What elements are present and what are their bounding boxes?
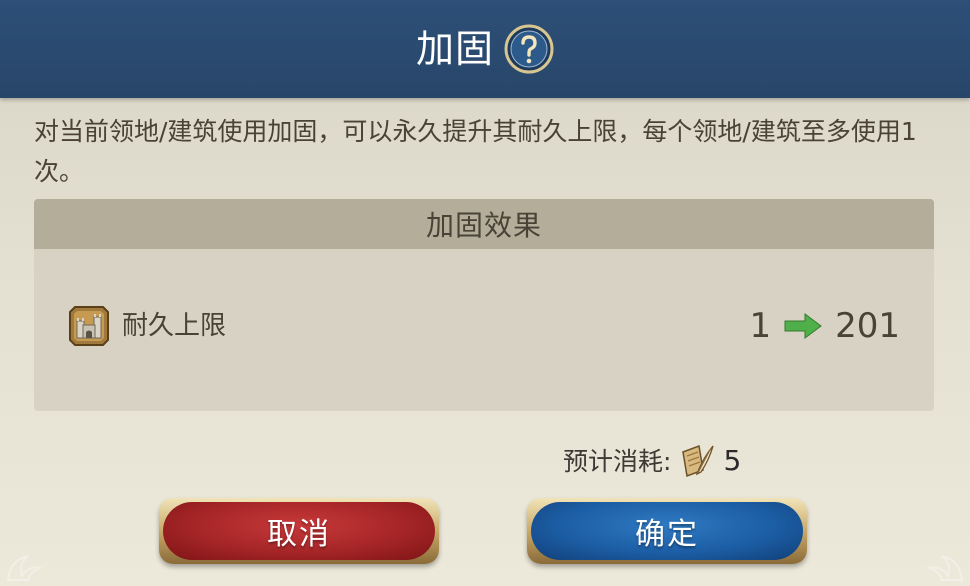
reinforce-dialog: 加固 对当前领地/建筑使用加固，可以永久提升其耐久上限，每个领地/建筑至多使用1… bbox=[0, 0, 970, 586]
stat-values: 1 201 bbox=[749, 303, 900, 349]
fortress-wall-icon bbox=[69, 306, 109, 346]
right-arrow-icon bbox=[784, 313, 822, 339]
dialog-description: 对当前领地/建筑使用加固，可以永久提升其耐久上限，每个领地/建筑至多使用1次。 bbox=[34, 117, 917, 186]
question-mark-icon[interactable] bbox=[504, 24, 554, 74]
stat-from-value: 1 bbox=[749, 306, 772, 346]
cost-value: 5 bbox=[723, 443, 742, 477]
stat-to-value: 201 bbox=[835, 306, 900, 346]
effect-title: 加固效果 bbox=[425, 209, 542, 242]
dialog-title: 加固 bbox=[415, 27, 494, 71]
effect-header: 加固效果 bbox=[34, 199, 934, 249]
confirm-button[interactable]: 确定 bbox=[527, 498, 807, 564]
cost-row: 预计消耗: 5 bbox=[563, 438, 741, 482]
effect-panel: 加固效果 耐久上限 1 201 bbox=[34, 199, 934, 411]
stat-label: 耐久上限 bbox=[122, 311, 227, 341]
cancel-button-face[interactable]: 取消 bbox=[163, 502, 435, 560]
scroll-quill-icon bbox=[682, 444, 715, 478]
dialog-title-bar: 加固 bbox=[0, 0, 970, 98]
cancel-button-label: 取消 bbox=[267, 517, 331, 552]
confirm-button-label: 确定 bbox=[635, 517, 699, 552]
cost-label: 预计消耗: bbox=[563, 447, 672, 476]
corner-ornament-right bbox=[926, 555, 964, 581]
corner-ornament-left bbox=[6, 555, 44, 581]
cancel-button[interactable]: 取消 bbox=[159, 498, 439, 564]
confirm-button-face[interactable]: 确定 bbox=[531, 502, 803, 560]
